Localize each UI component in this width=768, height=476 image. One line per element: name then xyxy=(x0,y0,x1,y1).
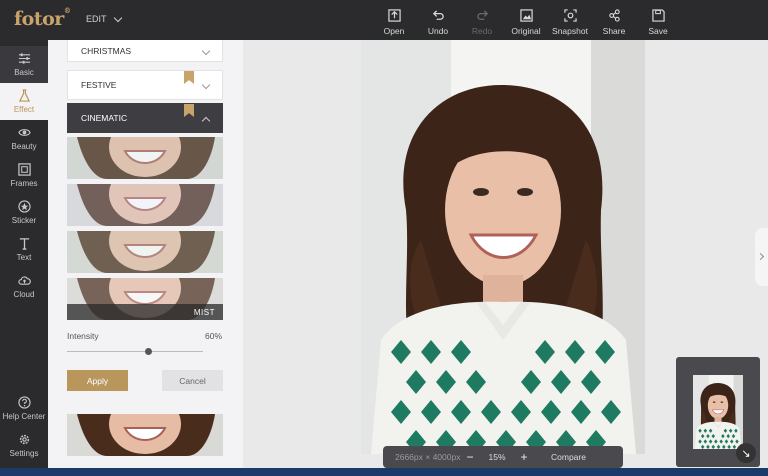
redo-label: Redo xyxy=(471,26,493,36)
navigator-thumbnail xyxy=(693,375,743,449)
zoom-level: 15% xyxy=(488,452,506,462)
chevron-down-icon xyxy=(201,46,211,56)
top-bar: fotor® EDIT Open Undo Redo Original Snap… xyxy=(0,0,768,40)
frame-icon xyxy=(17,163,31,176)
effect-preview-image xyxy=(67,137,223,179)
gear-icon xyxy=(19,434,29,445)
apply-button[interactable]: Apply xyxy=(67,370,128,391)
photo-canvas[interactable] xyxy=(361,40,645,454)
open-button[interactable]: Open xyxy=(372,0,416,40)
nav-item-basic[interactable]: Basic xyxy=(0,46,48,83)
chevron-down-icon xyxy=(201,80,211,90)
selected-effect-label: MIST xyxy=(193,308,215,317)
image-dimensions: 2666px × 4000px xyxy=(395,452,461,462)
nav-item-beauty[interactable]: Beauty xyxy=(0,120,48,157)
effect-thumbnail[interactable] xyxy=(67,414,223,456)
zoom-in-button[interactable]: + xyxy=(515,450,533,464)
nav-item-text[interactable]: Text xyxy=(0,231,48,268)
snapshot-icon xyxy=(563,9,577,22)
nav-item-help-center[interactable]: Help Center xyxy=(0,390,48,427)
redo-button[interactable]: Redo xyxy=(460,0,504,40)
category-cinematic[interactable]: CINEMATIC xyxy=(67,103,223,133)
effect-thumbnail[interactable] xyxy=(67,137,223,179)
toolbar: Open Undo Redo Original Snapshot Share S… xyxy=(372,0,680,40)
help-icon xyxy=(17,396,31,409)
category-label: CINEMATIC xyxy=(81,113,128,123)
edit-menu[interactable]: EDIT xyxy=(86,13,122,24)
logo-registered-mark: ® xyxy=(63,6,71,15)
cancel-button[interactable]: Cancel xyxy=(162,370,223,391)
intensity-label: Intensity xyxy=(67,331,99,341)
category-christmas[interactable]: CHRISTMAS xyxy=(67,40,223,62)
snapshot-label: Snapshot xyxy=(552,26,588,36)
text-icon xyxy=(19,238,29,250)
navigator-image xyxy=(693,375,743,449)
effect-preview-image xyxy=(67,414,223,456)
nav-item-settings[interactable]: Settings xyxy=(0,427,48,464)
nav-label-help-center: Help Center xyxy=(2,412,46,421)
intensity-slider-handle[interactable] xyxy=(145,348,153,355)
nav-item-sticker[interactable]: Sticker xyxy=(0,194,48,231)
nav-label-basic: Basic xyxy=(14,68,34,77)
original-label: Original xyxy=(511,26,541,36)
zoom-bar: 2666px × 4000px − 15% + Compare xyxy=(383,446,623,468)
premium-ribbon-icon xyxy=(184,71,194,84)
category-label: FESTIVE xyxy=(81,80,117,90)
chevron-down-icon xyxy=(113,13,122,22)
zoom-out-button[interactable]: − xyxy=(461,450,479,464)
left-navigation: Basic Effect Beauty Frames Sticker Text … xyxy=(0,40,48,468)
chevron-up-icon xyxy=(201,116,211,126)
effect-thumbnail[interactable] xyxy=(67,231,223,273)
nav-label-effect: Effect xyxy=(13,105,35,114)
right-panel-toggle[interactable] xyxy=(755,228,768,286)
nav-label-text: Text xyxy=(16,253,32,262)
save-button[interactable]: Save xyxy=(636,0,680,40)
undo-icon xyxy=(432,10,444,20)
share-label: Share xyxy=(602,26,626,36)
nav-label-cloud: Cloud xyxy=(13,290,35,299)
redo-icon xyxy=(476,10,488,20)
nav-label-settings: Settings xyxy=(9,449,39,458)
effect-preview-image xyxy=(67,231,223,273)
nav-label-beauty: Beauty xyxy=(11,142,37,151)
share-button[interactable]: Share xyxy=(592,0,636,40)
intensity-value: 60% xyxy=(205,331,223,341)
save-label: Save xyxy=(648,26,668,36)
open-icon xyxy=(387,9,401,22)
intensity-slider-track[interactable] xyxy=(67,351,203,352)
effects-panel: CHRISTMAS FESTIVE CINEMATIC MIST Intensi… xyxy=(48,40,243,468)
nav-label-sticker: Sticker xyxy=(11,216,37,225)
edited-photo xyxy=(361,40,645,454)
cloud-icon xyxy=(17,276,31,285)
fotor-logo[interactable]: fotor® xyxy=(14,6,71,30)
effect-thumbnail[interactable] xyxy=(67,184,223,226)
save-icon xyxy=(651,9,665,22)
undo-button[interactable]: Undo xyxy=(416,0,460,40)
taskbar-strip xyxy=(0,468,768,476)
snapshot-button[interactable]: Snapshot xyxy=(548,0,592,40)
compare-button[interactable]: Compare xyxy=(551,452,586,462)
nav-label-frames: Frames xyxy=(10,179,38,188)
category-label: CHRISTMAS xyxy=(81,46,132,56)
sliders-icon xyxy=(18,53,30,64)
premium-ribbon-icon xyxy=(184,104,194,117)
original-icon xyxy=(519,9,533,22)
edit-menu-label: EDIT xyxy=(86,14,107,24)
undo-label: Undo xyxy=(427,26,449,36)
category-festive[interactable]: FESTIVE xyxy=(67,70,223,100)
share-icon xyxy=(608,9,620,22)
effect-thumbnail-mist[interactable]: MIST xyxy=(67,278,223,320)
sticker-icon xyxy=(17,200,31,213)
effect-preview-image xyxy=(67,184,223,226)
eye-icon xyxy=(17,129,31,136)
nav-item-cloud[interactable]: Cloud xyxy=(0,268,48,305)
flask-icon xyxy=(18,89,30,102)
nav-item-frames[interactable]: Frames xyxy=(0,157,48,194)
expand-arrow-icon[interactable]: ↘ xyxy=(736,443,756,463)
open-label: Open xyxy=(383,26,405,36)
nav-item-effect[interactable]: Effect xyxy=(0,83,48,120)
logo-text: fotor xyxy=(14,8,64,30)
original-button[interactable]: Original xyxy=(504,0,548,40)
